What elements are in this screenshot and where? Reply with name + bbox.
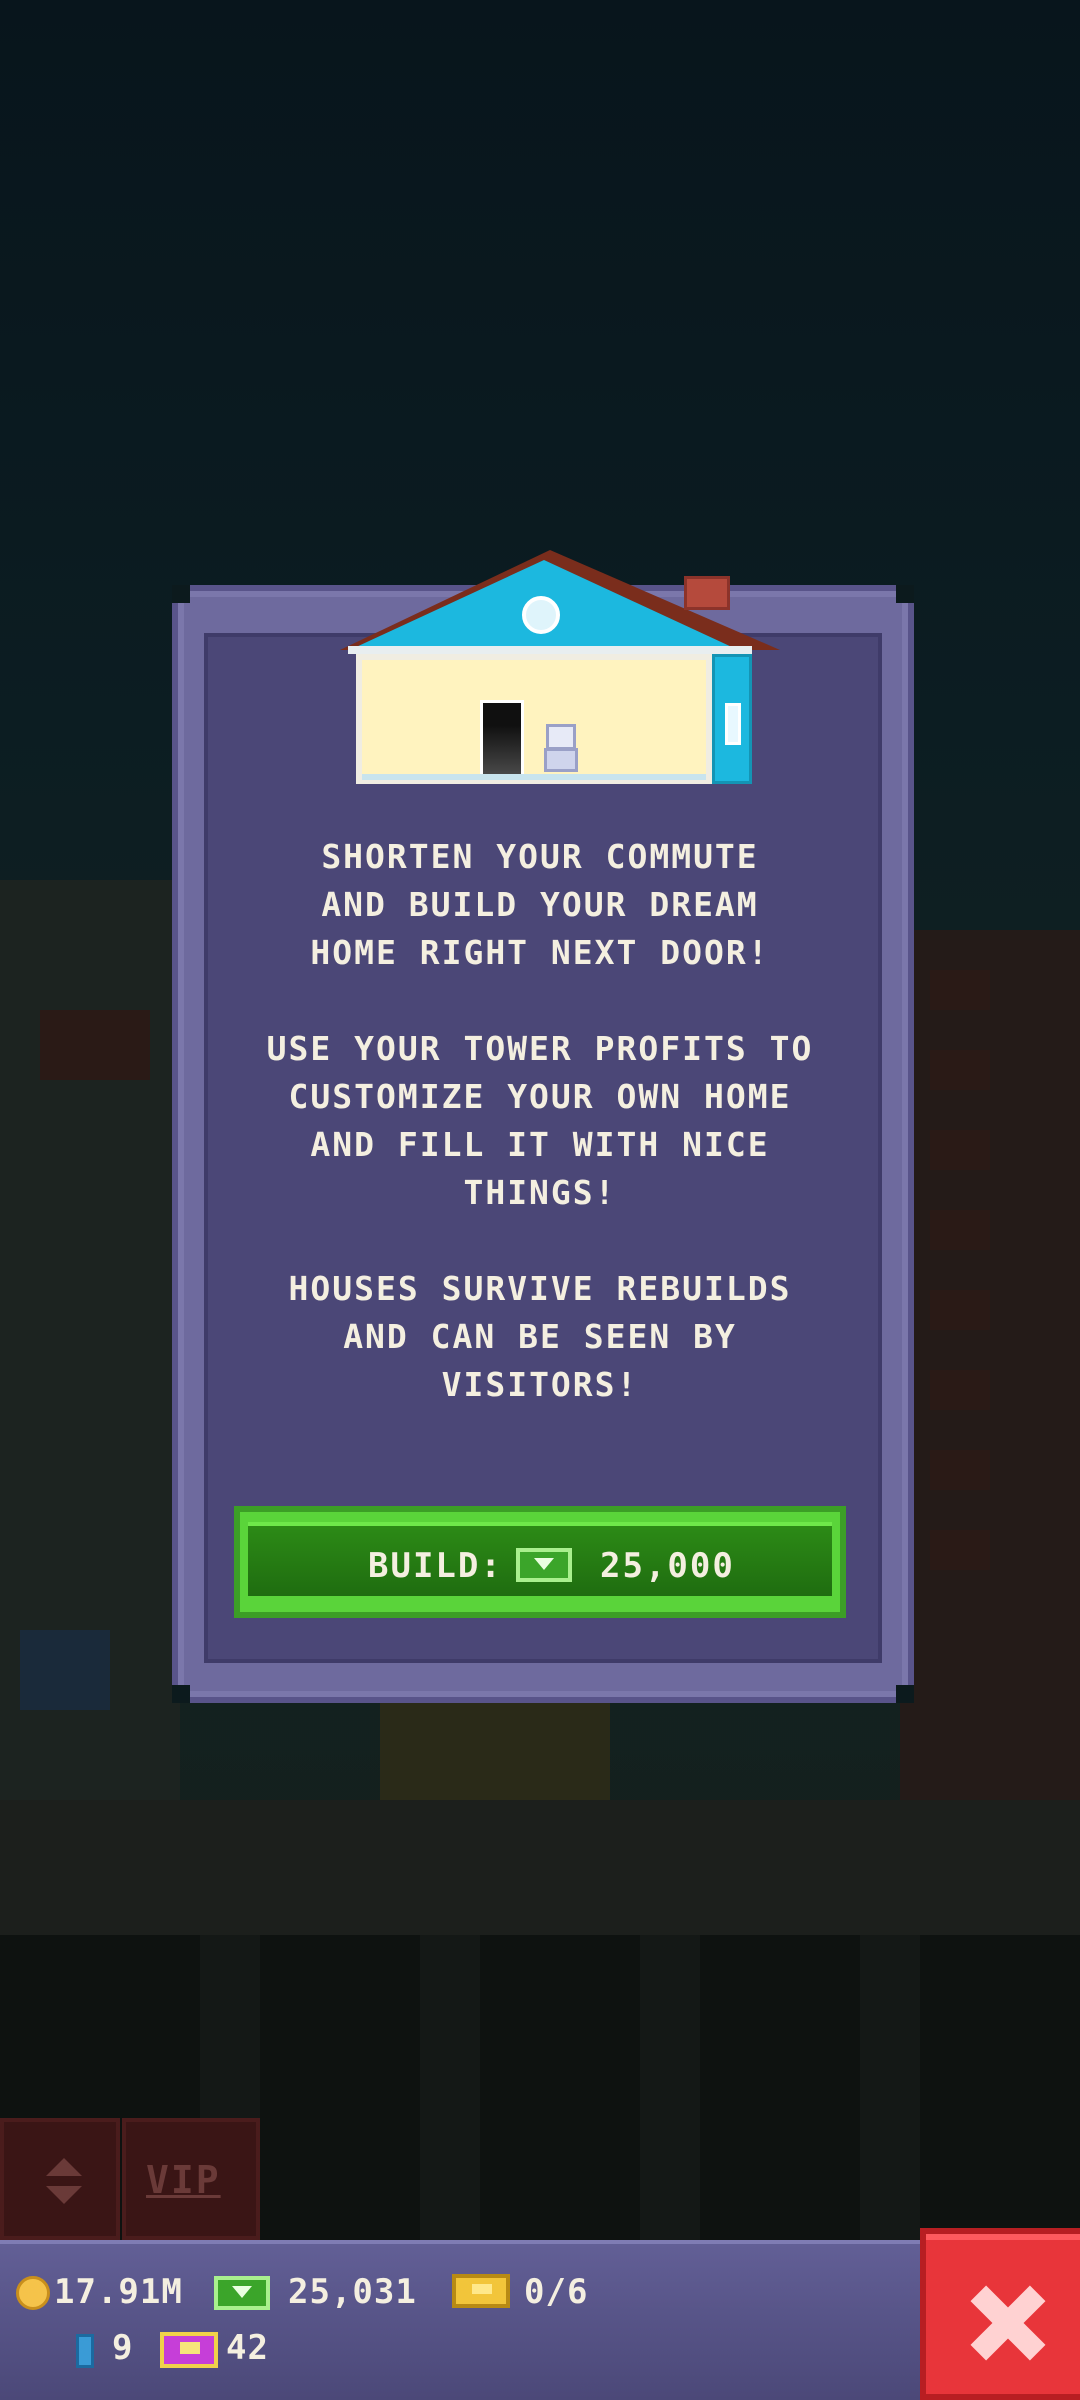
key-icon	[76, 2334, 94, 2368]
cat-icon	[542, 724, 580, 774]
cash-icon	[214, 2276, 270, 2310]
bux-value: 42	[226, 2328, 269, 2368]
cash-value: 25,031	[288, 2272, 417, 2312]
bulldozer	[380, 1700, 610, 1800]
vip-button[interactable]: VIP	[122, 2118, 260, 2240]
vip-label: VIP	[146, 2158, 221, 2202]
status-bar: 17.91M 25,031 0/6 9 42	[0, 2240, 1080, 2400]
build-cost: 25,000	[600, 1546, 735, 1586]
cash-icon	[516, 1548, 572, 1582]
road	[0, 1800, 1080, 1935]
coins-value: 17.91M	[54, 2272, 183, 2312]
door	[480, 700, 524, 778]
billboard	[20, 1630, 110, 1710]
ticket-icon	[452, 2274, 510, 2308]
attic-window	[522, 596, 560, 634]
elevator-updown-button[interactable]	[0, 2118, 120, 2240]
houses-text: HOUSES SURVIVE REBUILDS AND CAN BE SEEN …	[288, 1269, 792, 1404]
profits-text: USE YOUR TOWER PROFITS TO CUSTOMIZE YOUR…	[266, 1029, 814, 1212]
house-side	[712, 654, 752, 784]
house-illustration	[340, 550, 790, 795]
keys-value: 9	[112, 2328, 134, 2368]
pillar	[860, 1935, 920, 2240]
pillar	[640, 1935, 700, 2240]
building-window	[930, 1450, 990, 1490]
build-label: BUILD:	[368, 1546, 503, 1586]
pillar	[420, 1935, 480, 2240]
arrow-up-icon	[46, 2158, 82, 2176]
intro-text: SHORTEN YOUR COMMUTE AND BUILD YOUR DREA…	[310, 837, 770, 972]
coin-icon	[16, 2276, 50, 2310]
house-wall	[356, 654, 712, 784]
build-button[interactable]: BUILD: 25,000	[234, 1506, 846, 1618]
building-window	[930, 1530, 990, 1570]
bux-icon	[160, 2332, 218, 2368]
tickets-value: 0/6	[524, 2272, 589, 2312]
side-window	[725, 703, 741, 745]
close-button[interactable]	[920, 2228, 1080, 2400]
arrow-down-icon	[46, 2186, 82, 2204]
